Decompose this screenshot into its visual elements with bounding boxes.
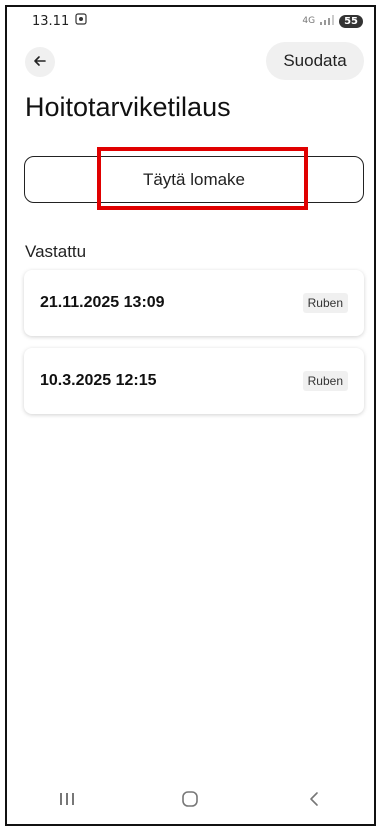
entry-card[interactable]: 10.3.2025 12:15 Ruben (24, 348, 364, 414)
entry-date: 21.11.2025 13:09 (40, 294, 165, 311)
arrow-left-icon (33, 53, 47, 72)
home-icon[interactable] (170, 790, 210, 813)
entry-date: 10.3.2025 12:15 (40, 372, 157, 389)
battery-badge: 55 (339, 14, 363, 28)
recents-icon[interactable] (47, 791, 87, 812)
screenshot-icon (75, 13, 87, 29)
signal-icon (320, 14, 335, 28)
fill-form-button[interactable]: Täytä lomake (24, 156, 364, 203)
system-navbar (5, 779, 376, 824)
status-bar: 13.11 4G 55 (32, 12, 363, 30)
entry-tag: Ruben (302, 293, 348, 313)
status-left: 13.11 (32, 13, 87, 29)
network-label: 4G (302, 16, 316, 26)
phone-frame (5, 5, 376, 826)
back-button[interactable] (25, 47, 55, 77)
filter-button[interactable]: Suodata (266, 42, 364, 80)
entry-card[interactable]: 21.11.2025 13:09 Ruben (24, 270, 364, 336)
page-title: Hoitotarviketilaus (25, 92, 231, 122)
status-time: 13.11 (32, 13, 70, 29)
status-right: 4G 55 (302, 14, 363, 28)
entry-tag: Ruben (302, 371, 348, 391)
back-chevron-icon[interactable] (294, 791, 334, 812)
section-answered-label: Vastattu (25, 242, 87, 261)
